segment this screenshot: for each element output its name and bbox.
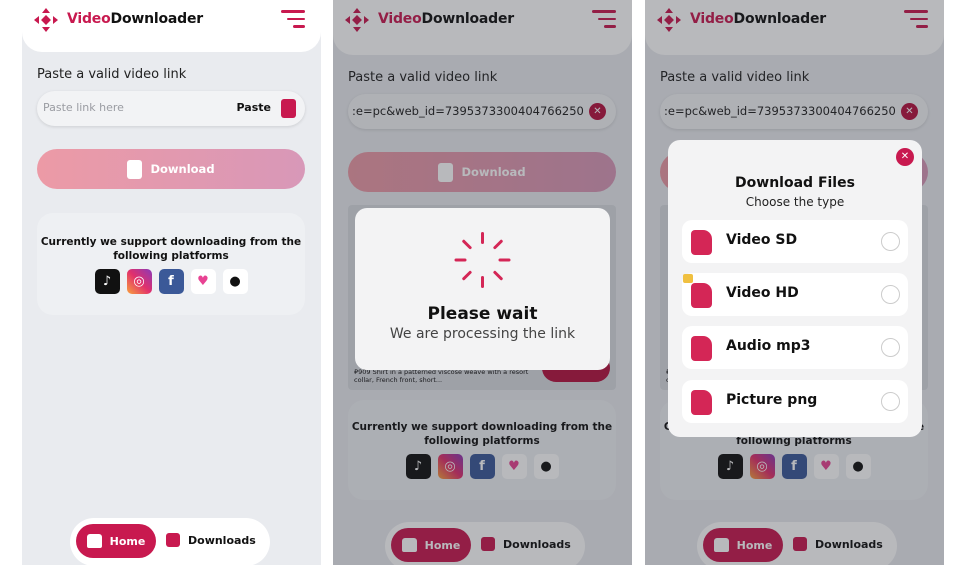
supported-platforms-card: Currently we support downloading from th… [37,213,305,315]
paste-button[interactable]: Paste [237,101,271,114]
video-file-icon [691,230,712,255]
loading-title: Please wait [427,304,538,324]
clipboard-icon[interactable] [281,99,296,118]
radio-button[interactable] [881,285,900,304]
dialog-title: Download Files [735,175,855,191]
radio-button[interactable] [881,232,900,251]
home-icon [86,534,102,548]
menu-icon[interactable] [281,10,305,30]
screen-home-empty: VideoDownloader Paste a valid video link… [22,0,321,565]
video-file-icon [691,283,712,308]
option-picture-png[interactable]: Picture png [682,380,908,423]
instagram-icon: ◎ [126,269,152,294]
spinner-icon [453,230,513,290]
tiktok-icon: ♪ [94,269,120,294]
app-header: VideoDownloader [22,0,321,52]
option-video-sd[interactable]: Video SD [682,220,908,263]
bottom-nav: Home Downloads [70,518,270,565]
option-video-hd[interactable]: Video HD [682,273,908,316]
downloads-icon [166,533,180,547]
app-title: VideoDownloader [67,11,203,27]
download-files-dialog: ✕ Download Files Choose the type Video SD Vi… [668,140,922,437]
support-text: Currently we support downloading from th… [40,236,302,262]
radio-button[interactable] [881,392,900,411]
screen-processing: VideoDownloader Paste a valid video link… [333,0,632,565]
image-file-icon [691,390,712,415]
radio-button[interactable] [881,338,900,357]
file-download-icon [127,159,143,179]
nav-home[interactable]: Home [76,524,156,558]
link-placeholder: Paste link here [43,101,124,114]
audio-file-icon [691,336,712,361]
close-icon[interactable]: ✕ [896,148,914,166]
likee-icon: ♥ [190,269,216,294]
link-input[interactable]: Paste link here Paste [37,91,305,126]
link-label: Paste a valid video link [37,67,187,82]
loading-subtitle: We are processing the link [389,326,576,342]
loading-dialog: Please wait We are processing the link [355,208,610,370]
facebook-icon: f [158,269,184,294]
hd-badge-icon [683,274,693,283]
screen-download-files: VideoDownloader Paste a valid video link… [645,0,944,565]
option-audio-mp3[interactable]: Audio mp3 [682,326,908,369]
download-button[interactable]: Download [37,149,305,189]
snack-video-icon: ● [222,269,248,294]
dialog-subtitle: Choose the type [745,195,845,209]
logo-icon [34,8,58,32]
nav-downloads[interactable]: Downloads [166,533,256,547]
